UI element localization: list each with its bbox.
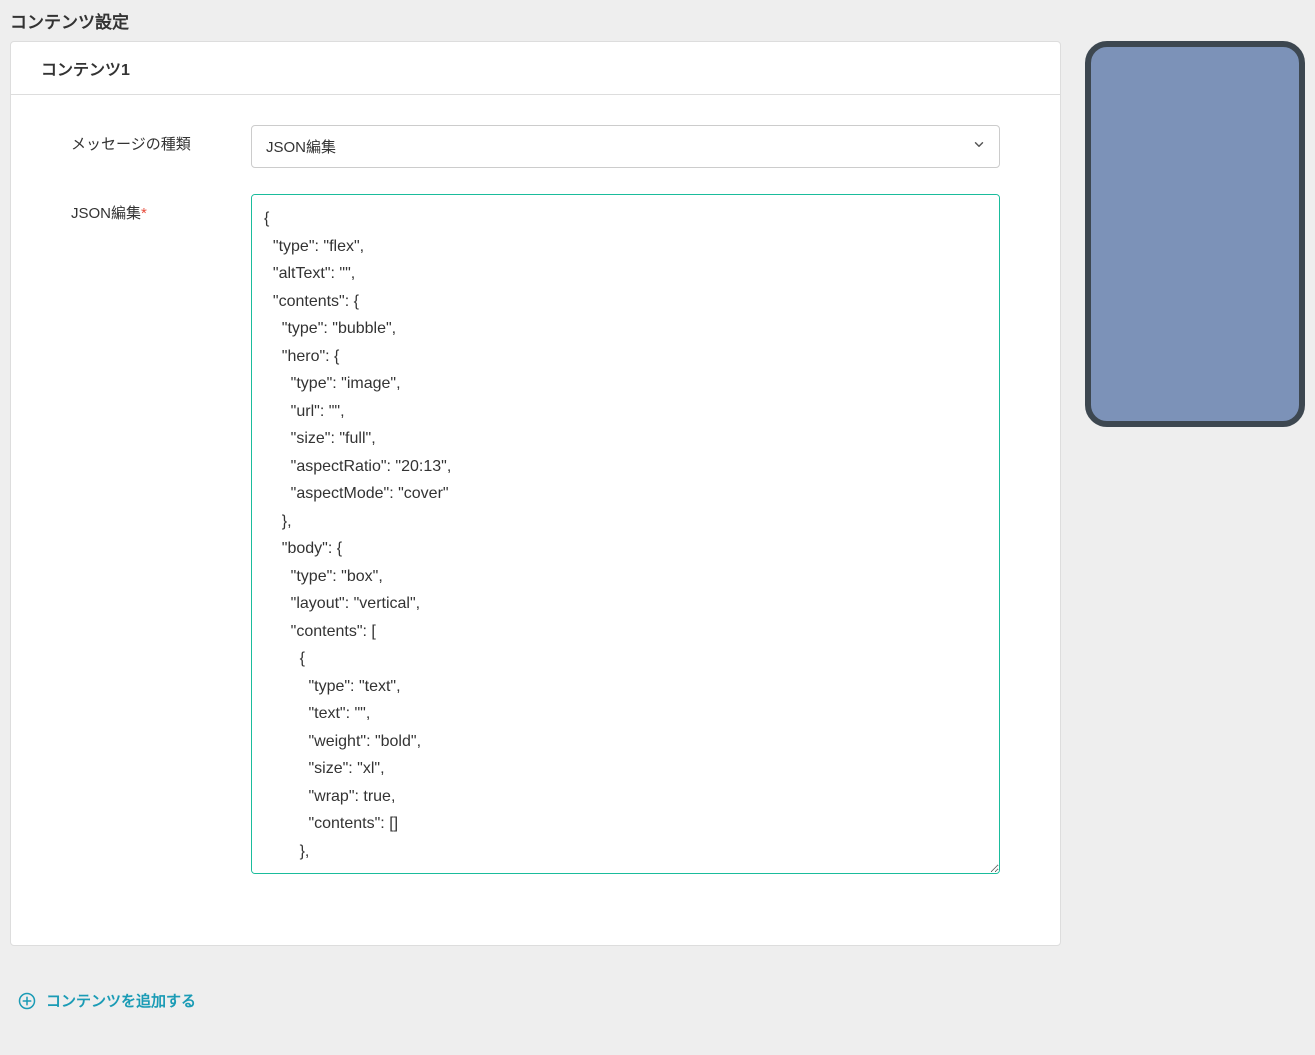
- card-body: メッセージの種類 JSON編集 JSON編集*: [11, 95, 1060, 945]
- message-type-control: JSON編集: [251, 125, 1000, 168]
- add-content-button[interactable]: コンテンツを追加する: [10, 986, 204, 1015]
- form-row-json-edit: JSON編集*: [71, 194, 1000, 879]
- json-textarea[interactable]: [251, 194, 1000, 874]
- required-mark: *: [141, 205, 147, 222]
- message-type-label: メッセージの種類: [71, 125, 251, 154]
- add-content-row: コンテンツを追加する: [0, 966, 1315, 1055]
- form-row-message-type: メッセージの種類 JSON編集: [71, 125, 1000, 168]
- json-edit-label-wrap: JSON編集*: [71, 194, 251, 223]
- add-content-label: コンテンツを追加する: [46, 990, 196, 1011]
- card-header: コンテンツ1: [11, 42, 1060, 95]
- main-container: コンテンツ1 メッセージの種類 JSON編集 JSON編集*: [0, 41, 1315, 966]
- page-title: コンテンツ設定: [0, 0, 1315, 41]
- message-type-select[interactable]: JSON編集: [251, 125, 1000, 168]
- preview-panel: [1085, 41, 1305, 427]
- json-edit-control: [251, 194, 1000, 879]
- content-card: コンテンツ1 メッセージの種類 JSON編集 JSON編集*: [10, 41, 1061, 946]
- message-type-select-wrap: JSON編集: [251, 125, 1000, 168]
- json-edit-label: JSON編集: [71, 205, 141, 222]
